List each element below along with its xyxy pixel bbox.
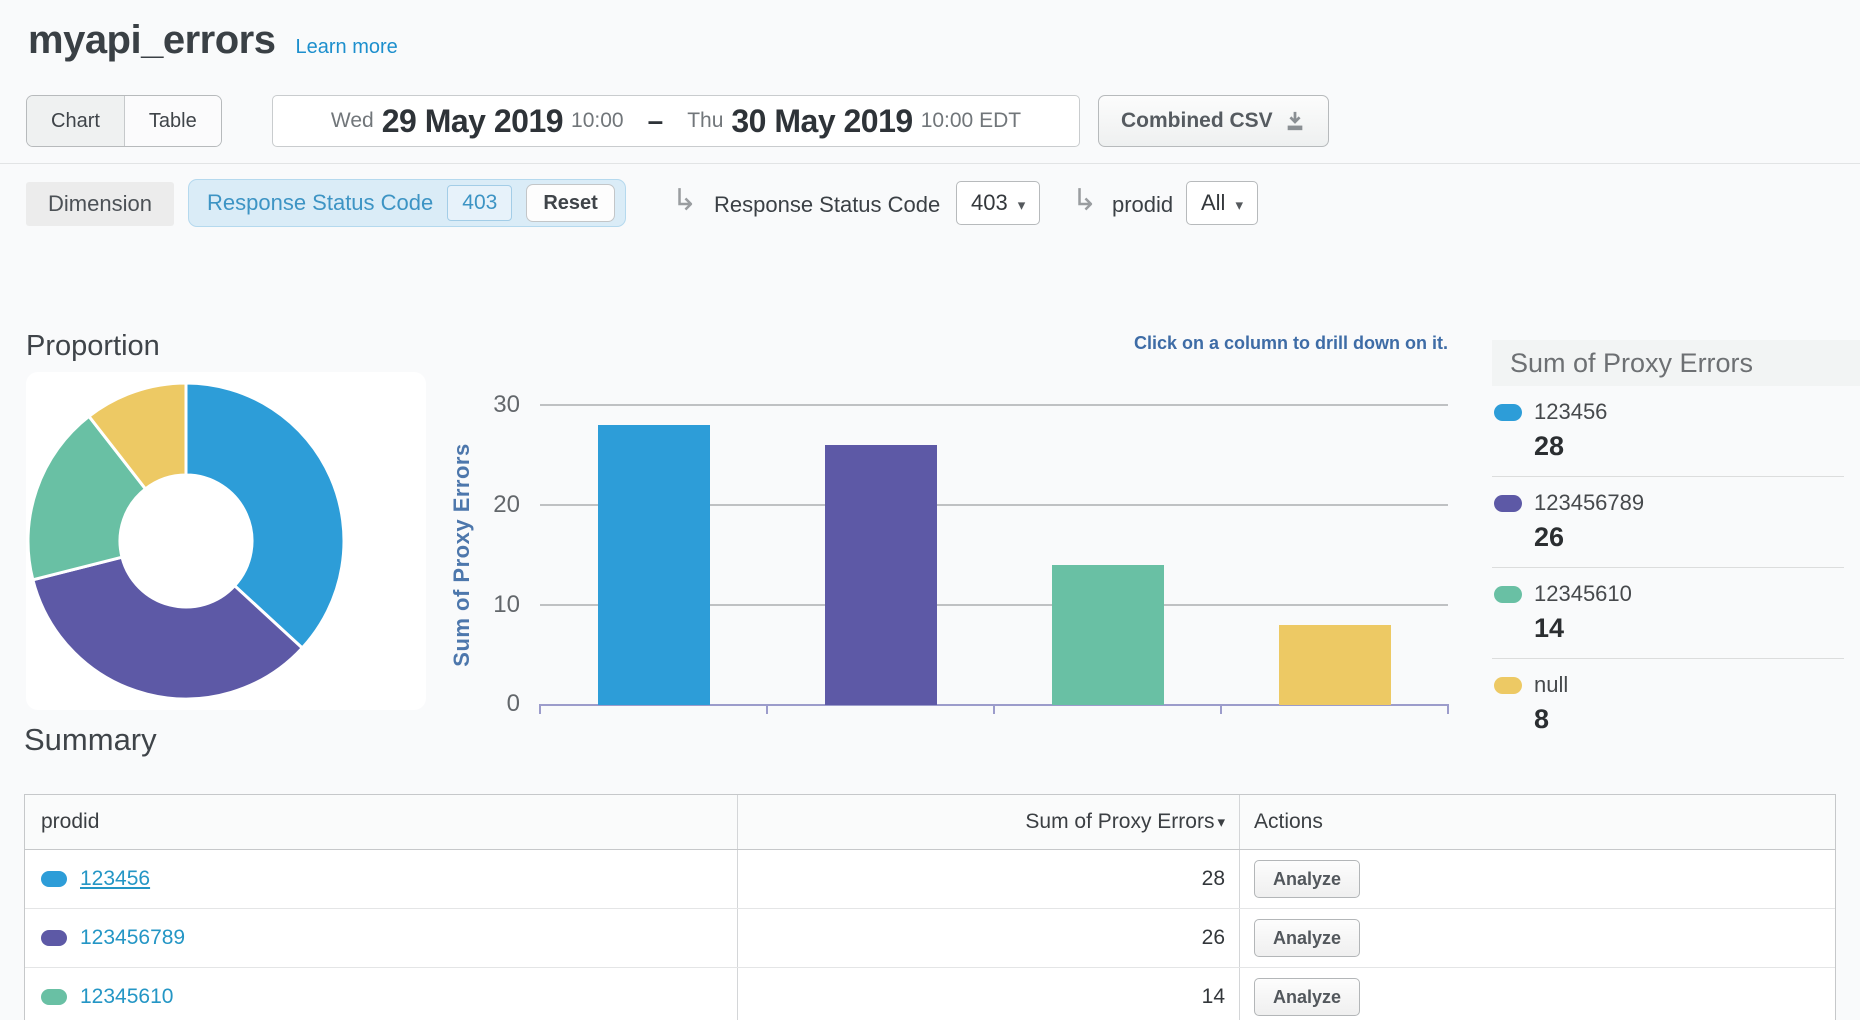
dashboard: myapi_errors Learn more Chart Table Wed … xyxy=(0,0,1860,1020)
drilldown-arrow-icon: ↳ xyxy=(672,183,697,218)
legend-label: null xyxy=(1534,672,1568,698)
legend-value: 8 xyxy=(1534,704,1844,735)
legend-swatch-green xyxy=(1494,586,1522,603)
view-toggle: Chart Table xyxy=(26,95,222,147)
x-axis-tick xyxy=(993,706,995,714)
metric-value: 26 xyxy=(738,926,1225,950)
start-date: 29 May 2019 xyxy=(382,103,563,140)
metric-value: 14 xyxy=(738,985,1225,1009)
end-date: 30 May 2019 xyxy=(731,103,912,140)
legend-panel: Sum of Proxy Errors 123456 28 123456789 … xyxy=(1492,340,1844,749)
legend-value: 28 xyxy=(1534,431,1844,462)
prodid-link[interactable]: 12345610 xyxy=(80,985,173,1009)
table-row: 123456 28 Analyze xyxy=(25,850,1835,909)
reset-button[interactable]: Reset xyxy=(526,184,614,222)
summary-title: Summary xyxy=(24,722,157,758)
bar-chart xyxy=(540,405,1448,705)
table-row: 123456789 26 Analyze xyxy=(25,909,1835,968)
legend-swatch-purple xyxy=(1494,495,1522,512)
column-header-prodid: prodid xyxy=(25,795,737,849)
legend-item: 123456789 26 xyxy=(1492,477,1844,568)
legend-title: Sum of Proxy Errors xyxy=(1492,340,1860,386)
drilldown-2-label: prodid xyxy=(1112,192,1173,218)
y-tick-30: 30 xyxy=(458,391,520,419)
drilldown-arrow-icon: ↳ xyxy=(1072,183,1097,218)
proportion-donut-chart[interactable] xyxy=(26,372,426,710)
bar-12345610[interactable] xyxy=(1052,565,1164,705)
legend-item: 12345610 14 xyxy=(1492,568,1844,659)
y-tick-0: 0 xyxy=(458,690,520,718)
prodid-link[interactable]: 123456789 xyxy=(80,926,185,950)
title-row: myapi_errors Learn more xyxy=(28,18,398,63)
x-axis-tick xyxy=(766,706,768,714)
legend-swatch-yellow xyxy=(1494,677,1522,694)
dimension-label: Dimension xyxy=(26,182,174,226)
legend-label: 123456789 xyxy=(1534,490,1644,516)
tab-table[interactable]: Table xyxy=(124,96,221,146)
table-header-row: prodid Sum of Proxy Errors▾ Actions xyxy=(25,795,1835,850)
drilldown-1-select[interactable]: 403 ▾ xyxy=(956,181,1040,225)
legend-label: 123456 xyxy=(1534,399,1607,425)
chevron-down-icon: ▾ xyxy=(1235,197,1243,214)
legend-value: 26 xyxy=(1534,522,1844,553)
column-header-metric[interactable]: Sum of Proxy Errors▾ xyxy=(737,795,1239,849)
active-filter-chip: Response Status Code 403 Reset xyxy=(188,179,626,227)
combined-csv-button[interactable]: Combined CSV xyxy=(1098,95,1329,147)
analyze-button[interactable]: Analyze xyxy=(1254,919,1360,957)
analyze-button[interactable]: Analyze xyxy=(1254,978,1360,1016)
bar-123456[interactable] xyxy=(598,425,710,705)
drilldown-2-select[interactable]: All ▾ xyxy=(1186,181,1258,225)
divider xyxy=(0,163,1860,164)
bar-cell xyxy=(540,405,767,705)
bar-cell xyxy=(767,405,994,705)
filter-name: Response Status Code xyxy=(207,190,433,216)
analyze-button[interactable]: Analyze xyxy=(1254,860,1360,898)
proportion-title: Proportion xyxy=(26,330,160,363)
download-icon xyxy=(1284,110,1306,132)
x-axis-tick xyxy=(1220,706,1222,714)
row-swatch-purple xyxy=(41,930,67,946)
legend-value: 14 xyxy=(1534,613,1844,644)
x-axis-tick xyxy=(539,706,541,714)
date-separator: – xyxy=(648,105,664,137)
metric-value: 28 xyxy=(738,867,1225,891)
bar-123456789[interactable] xyxy=(825,445,937,705)
legend-item: 123456 28 xyxy=(1492,386,1844,477)
end-time: 10:00 EDT xyxy=(921,109,1021,133)
row-swatch-blue xyxy=(41,871,67,887)
start-time: 10:00 xyxy=(571,109,624,133)
drilldown-hint: Click on a column to drill down on it. xyxy=(540,333,1448,354)
drilldown-1-label: Response Status Code xyxy=(714,192,940,218)
drilldown-1-value: 403 xyxy=(971,190,1008,215)
drilldown-2-value: All xyxy=(1201,190,1225,215)
end-day: Thu xyxy=(687,109,723,133)
page-title: myapi_errors xyxy=(28,18,275,63)
x-axis-tick xyxy=(1447,706,1449,714)
table-row: 12345610 14 Analyze xyxy=(25,968,1835,1020)
prodid-link[interactable]: 123456 xyxy=(80,867,150,891)
start-day: Wed xyxy=(331,109,374,133)
csv-button-label: Combined CSV xyxy=(1121,109,1273,133)
summary-table: prodid Sum of Proxy Errors▾ Actions 1234… xyxy=(24,794,1836,1020)
row-swatch-green xyxy=(41,989,67,1005)
y-tick-20: 20 xyxy=(458,491,520,519)
legend-item: null 8 xyxy=(1492,659,1844,749)
tab-chart[interactable]: Chart xyxy=(27,96,124,146)
date-range-picker[interactable]: Wed 29 May 2019 10:00 – Thu 30 May 2019 … xyxy=(272,95,1080,147)
sort-descending-icon: ▾ xyxy=(1217,813,1225,831)
chevron-down-icon: ▾ xyxy=(1018,197,1026,214)
metric-header-label: Sum of Proxy Errors xyxy=(1025,810,1214,834)
bar-cell xyxy=(1221,405,1448,705)
bar-null[interactable] xyxy=(1279,625,1391,705)
filter-value: 403 xyxy=(447,185,512,221)
bar-cell xyxy=(994,405,1221,705)
learn-more-link[interactable]: Learn more xyxy=(295,36,397,59)
legend-label: 12345610 xyxy=(1534,581,1632,607)
y-axis-label: Sum of Proxy Errors xyxy=(449,443,475,666)
y-tick-10: 10 xyxy=(458,591,520,619)
proportion-panel xyxy=(26,372,426,710)
column-header-actions: Actions xyxy=(1239,795,1835,849)
legend-swatch-blue xyxy=(1494,404,1522,421)
